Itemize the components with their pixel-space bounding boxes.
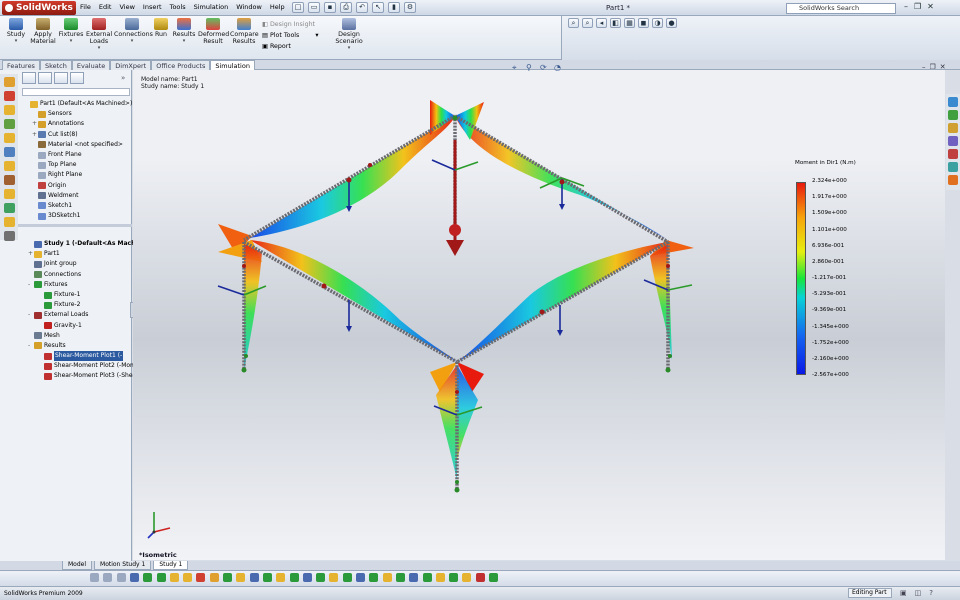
bottom-tool-icon[interactable] (475, 573, 485, 582)
status-bar (0, 586, 960, 600)
bottom-tool-icon[interactable] (289, 573, 299, 582)
bottom-tool-icon[interactable] (129, 573, 139, 582)
legend-value: 1.101e+000 (812, 226, 847, 233)
legend-value: -1.217e-001 (812, 275, 847, 281)
view-orientation-label: *Isometric (139, 551, 177, 559)
bottom-tool-icon[interactable] (183, 573, 193, 582)
bottom-tool-icon[interactable] (276, 573, 286, 582)
bottom-tool-icon[interactable] (223, 573, 232, 582)
bottom-tool-icon[interactable] (369, 573, 379, 582)
editing-mode-indicator: Editing Part (848, 588, 892, 598)
bottom-tool-icon[interactable] (116, 573, 126, 582)
bottom-tabs: Model Motion Study 1 Study 1 (0, 561, 960, 570)
status-text: SolidWorks Premium 2009 (4, 590, 83, 597)
legend-value: -2.567e+000 (812, 372, 849, 378)
shear-moment-plot-model[interactable] (0, 0, 960, 600)
legend-value: -5.293e-001 (812, 291, 847, 298)
rebuild-status-icon[interactable]: ◫ (915, 589, 922, 597)
legend-value: -1.752e+000 (812, 339, 849, 346)
help-icon[interactable]: ? (929, 589, 933, 597)
bottom-tool-icon[interactable] (262, 573, 272, 582)
legend-value: 1.917e+000 (812, 194, 847, 201)
bottom-tool-icon[interactable] (422, 573, 432, 582)
legend-value: 2.860e-001 (812, 258, 845, 265)
moment-diagram-left-column (244, 244, 262, 370)
bottom-tool-icon[interactable] (209, 573, 219, 582)
legend-value: -1.345e+000 (812, 323, 849, 330)
bottom-tool-icon[interactable] (395, 573, 405, 582)
bottom-tab-motion-study-1[interactable]: Motion Study 1 (94, 561, 152, 570)
status-icons: ▣ ◫ ? (900, 589, 933, 597)
bottom-tool-icon[interactable] (342, 573, 352, 582)
bottom-tool-icon[interactable] (236, 573, 246, 582)
legend-title: Moment in Dir1 (N.m) (795, 160, 856, 166)
bottom-tab-model[interactable]: Model (62, 561, 93, 570)
gravity-arrow (446, 140, 464, 256)
axis-triad (147, 512, 171, 539)
bottom-tool-icon[interactable] (90, 573, 99, 582)
legend-value: 6.936e-001 (812, 242, 845, 249)
bottom-tool-icon[interactable] (356, 573, 365, 582)
bottom-tool-icon[interactable] (169, 573, 179, 582)
bottom-tab-study-1[interactable]: Study 1 (153, 561, 189, 570)
bottom-tool-icon[interactable] (316, 573, 326, 582)
bottom-tool-icon[interactable] (462, 573, 472, 582)
bottom-tool-icon[interactable] (103, 573, 113, 582)
units-icon[interactable]: ▣ (900, 589, 907, 597)
bottom-tool-icon[interactable] (382, 573, 392, 582)
legend-value: 2.324e+000 (812, 178, 847, 184)
bottom-tool-icon[interactable] (329, 573, 339, 582)
bottom-tool-icon[interactable] (143, 573, 153, 582)
legend-color-bar (796, 182, 806, 375)
bottom-tool-icon[interactable] (449, 573, 459, 582)
bottom-tool-icon[interactable] (196, 573, 206, 582)
bottom-tool-icon[interactable] (409, 573, 419, 582)
bottom-tool-icon[interactable] (489, 573, 498, 582)
legend-value: -2.160e+000 (812, 355, 849, 362)
legend-value: 1.509e+000 (812, 210, 847, 217)
legend-value: -9.369e-001 (812, 307, 847, 314)
bottom-tool-icon[interactable] (302, 573, 312, 582)
bottom-tool-icon[interactable] (435, 573, 445, 582)
bottom-tool-icon[interactable] (249, 573, 259, 582)
bottom-tool-icon[interactable] (156, 573, 166, 582)
